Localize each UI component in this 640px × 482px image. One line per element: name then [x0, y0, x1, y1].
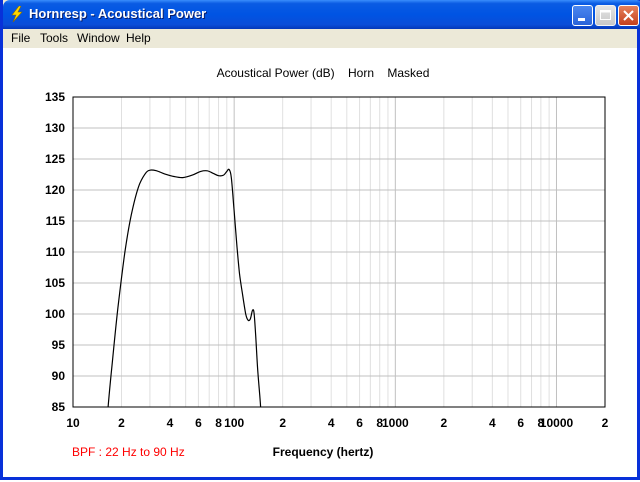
menu-tools[interactable]: Tools [40, 31, 68, 45]
x-tick-label: 2 [118, 416, 125, 430]
x-tick-label: 4 [489, 416, 496, 430]
y-tick-label: 100 [45, 307, 65, 321]
x-tick-label: 10000 [540, 416, 574, 430]
acoustical-power-curve [107, 168, 262, 408]
y-tick-label: 115 [46, 214, 66, 228]
app-window: Hornresp - Acoustical Power File Tools W… [0, 0, 640, 480]
window-title: Hornresp - Acoustical Power [29, 6, 207, 21]
x-tick-label: 100 [224, 416, 244, 430]
y-tick-label: 130 [45, 121, 65, 135]
bpf-label: BPF : 22 Hz to 90 Hz [72, 445, 185, 459]
menu-file[interactable]: File [11, 31, 30, 45]
y-tick-label: 85 [52, 400, 66, 414]
x-tick-label: 6 [356, 416, 363, 430]
chart-area: 85 90 95 100 105 110 115 120 125 130 135 10 2 4 6 8 100 2… [3, 48, 637, 477]
title-bar[interactable]: Hornresp - Acoustical Power [3, 0, 640, 29]
x-tick-label: 2 [602, 416, 609, 430]
x-tick-label: 10 [66, 416, 80, 430]
chart-title: Acoustical Power (dB) Horn Masked [217, 66, 430, 80]
x-tick-label: 6 [195, 416, 202, 430]
maximize-button[interactable] [595, 5, 616, 26]
minimize-button[interactable] [572, 5, 593, 26]
x-axis-label: Frequency (hertz) [273, 445, 374, 459]
y-tick-label: 110 [46, 245, 66, 259]
close-icon [623, 10, 634, 21]
x-tick-label: 8 [215, 416, 222, 430]
x-tick-label: 2 [440, 416, 447, 430]
y-tick-label: 125 [45, 152, 65, 166]
maximize-icon [600, 10, 611, 20]
y-tick-label: 90 [52, 369, 66, 383]
acoustical-power-chart: 85909510010511011512012513013510 2 4 6 8 100 2… [45, 66, 609, 459]
x-tick-label: 2 [279, 416, 286, 430]
menu-window[interactable]: Window [77, 31, 120, 45]
menu-bar: File Tools Window Help [3, 29, 637, 48]
y-tick-label: 95 [52, 338, 66, 352]
lightning-icon[interactable] [9, 5, 25, 23]
y-tick-label: 135 [45, 90, 65, 104]
close-button[interactable] [618, 5, 639, 26]
x-tick-label: 6 [517, 416, 524, 430]
x-tick-label: 1000 [382, 416, 409, 430]
y-tick-label: 120 [45, 183, 65, 197]
y-tick-label: 105 [45, 276, 65, 290]
x-tick-label: 4 [167, 416, 174, 430]
minimize-icon [578, 18, 585, 21]
menu-help[interactable]: Help [126, 31, 151, 45]
x-tick-label: 4 [328, 416, 335, 430]
